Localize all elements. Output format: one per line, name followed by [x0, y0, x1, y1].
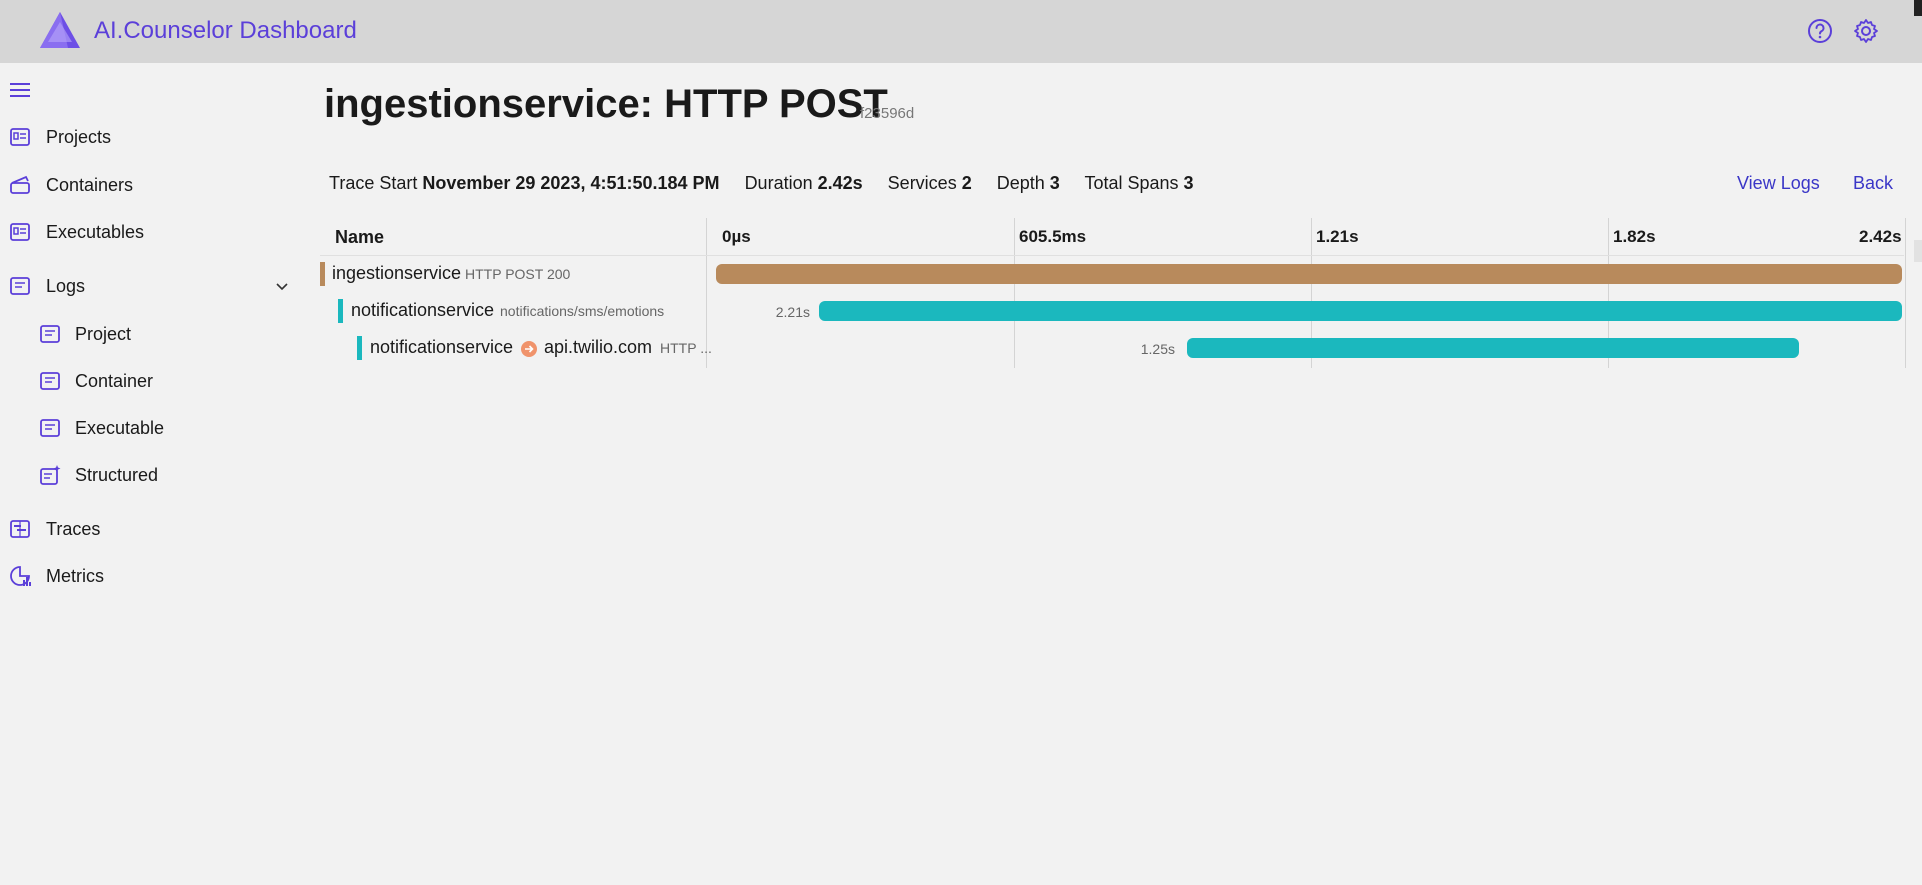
depth-value: 3: [1049, 173, 1060, 193]
log-project-icon: [40, 325, 60, 343]
view-logs-link[interactable]: View Logs: [1737, 173, 1820, 194]
sidebar: Projects Containers Executables Logs Pro…: [0, 63, 300, 885]
traces-icon: [10, 520, 30, 538]
app-title[interactable]: AI.Counselor Dashboard: [94, 17, 357, 45]
trace-id: f23596d: [860, 105, 915, 122]
top-header: AI.Counselor Dashboard: [0, 0, 1922, 63]
span-row[interactable]: notificationservice notifications/sms/em…: [320, 292, 1904, 329]
sidebar-item-containers[interactable]: Containers: [0, 167, 298, 203]
span-bar[interactable]: [819, 301, 1902, 321]
grid-line: [1905, 218, 1906, 368]
span-color-marker: [338, 299, 343, 323]
app-logo-icon: [40, 12, 80, 48]
log-executable-icon: [40, 419, 60, 437]
sidebar-item-executables[interactable]: Executables: [0, 214, 298, 250]
executables-icon: [10, 223, 30, 241]
sidebar-item-logs-project[interactable]: Project: [0, 316, 298, 352]
span-row[interactable]: notificationservice api.twilio.com HTTP …: [320, 329, 1904, 366]
timeline-tick-label: 2.42s: [1859, 227, 1902, 246]
duration-label: Duration: [744, 173, 813, 193]
page-title: ingestionservice: HTTP POST: [324, 82, 888, 126]
sidebar-item-label: Structured: [75, 464, 159, 485]
name-column-header: Name: [335, 227, 385, 247]
gear-icon[interactable]: [1852, 17, 1880, 45]
span-operation: HTTP POST 200: [465, 266, 571, 282]
span-service-name: notificationservice: [370, 337, 514, 357]
trace-start-value: November 29 2023, 4:51:50.184 PM: [422, 173, 720, 193]
scrollbar-thumb[interactable]: [1914, 240, 1922, 262]
sidebar-item-label: Project: [75, 323, 132, 344]
timeline-tick-label: 0µs: [722, 227, 751, 246]
log-container-icon: [40, 372, 60, 390]
help-circle-icon[interactable]: [1806, 17, 1834, 45]
depth-label: Depth: [996, 173, 1045, 193]
trace-waterfall: Name 0µs 605.5ms 1.21s 1.82s 2.42s inges…: [320, 218, 1906, 372]
span-service-name: ingestionservice: [332, 263, 462, 283]
sidebar-item-logs-structured[interactable]: Structured: [0, 457, 298, 493]
sidebar-item-metrics[interactable]: Metrics: [0, 558, 298, 594]
window-edge: [1914, 0, 1922, 16]
span-duration-label: 1.25s: [1140, 341, 1175, 357]
services-value: 2: [961, 173, 972, 193]
span-bar[interactable]: [1187, 338, 1799, 358]
sidebar-item-logs-executable[interactable]: Executable: [0, 410, 298, 446]
menu-icon[interactable]: [8, 80, 32, 100]
sidebar-item-label: Executables: [46, 221, 145, 242]
sidebar-item-projects[interactable]: Projects: [0, 119, 298, 155]
timeline-tick-label: 1.82s: [1613, 227, 1656, 246]
trace-start-label: Trace Start: [329, 173, 418, 193]
duration-value: 2.42s: [817, 173, 863, 193]
outbound-peer-icon: [521, 341, 537, 357]
sidebar-item-label: Traces: [46, 518, 101, 539]
span-operation: notifications/sms/emotions: [500, 303, 665, 319]
span-peer-name: api.twilio.com: [544, 337, 653, 357]
services-label: Services: [887, 173, 957, 193]
total-spans-value: 3: [1183, 173, 1194, 193]
span-duration-label: 2.21s: [775, 304, 810, 320]
span-color-marker: [357, 336, 362, 360]
sidebar-item-label: Executable: [75, 417, 165, 438]
span-service-name: notificationservice: [351, 300, 495, 320]
sidebar-item-label: Containers: [46, 174, 134, 195]
sidebar-item-logs[interactable]: Logs: [0, 268, 298, 304]
logs-icon: [10, 277, 30, 295]
metrics-icon: [10, 566, 31, 586]
sidebar-item-label: Metrics: [46, 565, 104, 586]
sidebar-item-label: Container: [75, 370, 154, 391]
back-link[interactable]: Back: [1853, 173, 1893, 194]
chevron-down-icon[interactable]: [274, 278, 290, 294]
span-operation: HTTP ...: [660, 340, 712, 356]
sidebar-item-label: Logs: [46, 275, 86, 296]
projects-icon: [10, 128, 30, 146]
structured-logs-icon: [40, 465, 61, 485]
sidebar-item-label: Projects: [46, 126, 112, 147]
sidebar-item-traces[interactable]: Traces: [0, 511, 298, 547]
total-spans-label: Total Spans: [1084, 173, 1179, 193]
trace-summary: Trace Start November 29 2023, 4:51:50.184…: [329, 173, 1214, 194]
span-color-marker: [320, 262, 325, 286]
sidebar-item-logs-container[interactable]: Container: [0, 363, 298, 399]
span-row[interactable]: ingestionservice HTTP POST 200: [320, 255, 1904, 292]
span-bar[interactable]: [716, 264, 1902, 284]
timeline-tick-label: 1.21s: [1316, 227, 1359, 246]
timeline-tick-label: 605.5ms: [1019, 227, 1087, 246]
containers-icon: [10, 175, 30, 194]
